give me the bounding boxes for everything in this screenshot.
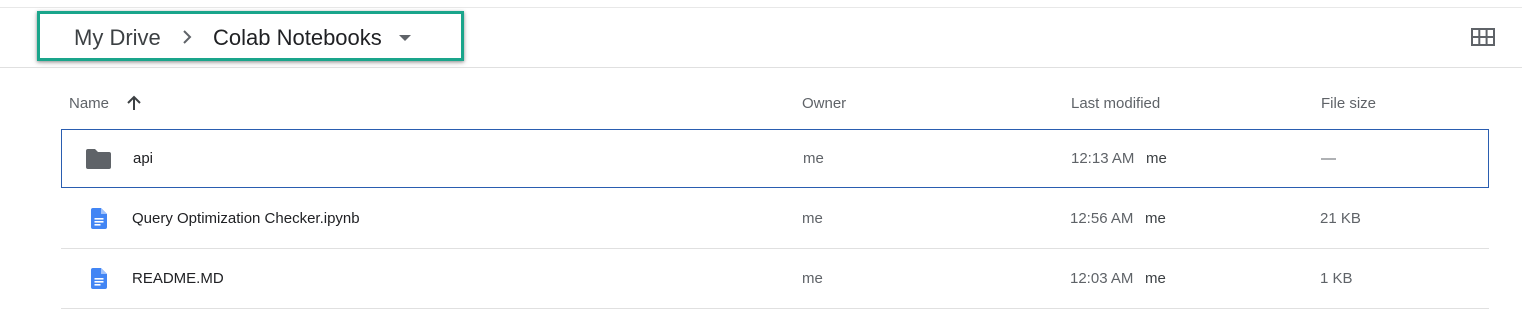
google-doc-icon xyxy=(91,208,107,229)
table-row[interactable]: README.MD me 12:03 AM me 1 KB xyxy=(61,249,1489,308)
column-header-last-modified[interactable]: Last modified xyxy=(1071,95,1160,112)
owner: me xyxy=(802,270,823,287)
last-modified-time: 12:13 AM xyxy=(1071,150,1135,167)
column-header-file-size[interactable]: File size xyxy=(1321,95,1376,112)
file-size: — xyxy=(1321,150,1336,167)
last-modified-time: 12:03 AM xyxy=(1070,270,1134,287)
caret-down-icon[interactable] xyxy=(399,35,411,41)
breadcrumb: My Drive Colab Notebooks xyxy=(37,11,464,61)
file-name: api xyxy=(133,150,154,167)
google-doc-icon xyxy=(91,268,107,289)
owner: me xyxy=(803,150,824,167)
column-header-owner[interactable]: Owner xyxy=(802,95,846,112)
table-row[interactable]: api me 12:13 AM me — xyxy=(61,129,1489,188)
column-header-name[interactable]: Name xyxy=(69,95,109,112)
breadcrumb-colab-notebooks[interactable]: Colab Notebooks xyxy=(213,25,382,51)
last-modified-time: 12:56 AM xyxy=(1070,210,1134,227)
last-modified-by: me xyxy=(1146,150,1167,167)
row-divider xyxy=(61,308,1489,309)
header-divider xyxy=(0,67,1522,68)
file-name: README.MD xyxy=(132,270,224,287)
breadcrumb-my-drive[interactable]: My Drive xyxy=(74,25,161,51)
top-border xyxy=(0,7,1522,8)
file-size: 1 KB xyxy=(1320,270,1353,287)
arrow-up-icon[interactable] xyxy=(126,94,142,112)
folder-icon xyxy=(86,149,111,169)
file-name: Query Optimization Checker.ipynb xyxy=(132,210,360,227)
chevron-right-icon xyxy=(183,30,192,44)
table-row[interactable]: Query Optimization Checker.ipynb me 12:5… xyxy=(61,189,1489,248)
last-modified-by: me xyxy=(1145,270,1166,287)
last-modified-by: me xyxy=(1145,210,1166,227)
grid-view-icon[interactable] xyxy=(1468,26,1498,48)
file-size: 21 KB xyxy=(1320,210,1361,227)
owner: me xyxy=(802,210,823,227)
